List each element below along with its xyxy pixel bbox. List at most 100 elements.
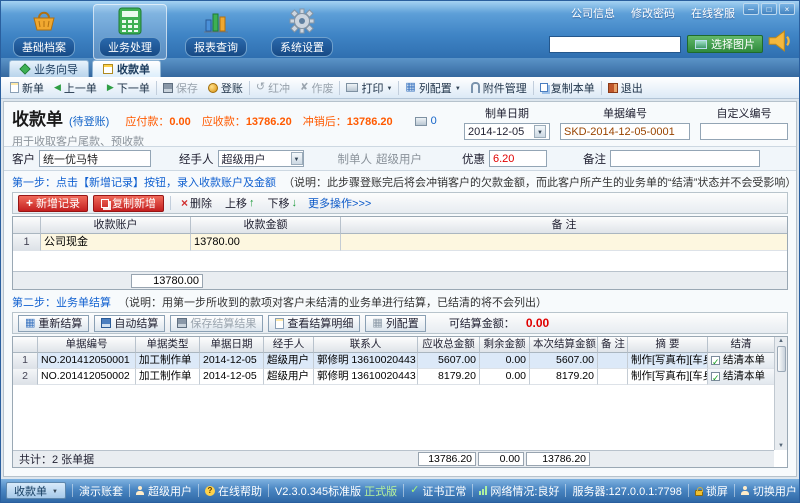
summary-cell[interactable]: 制作[写真布][车身贴] — [628, 369, 708, 385]
ribbon-item-reports[interactable]: 报表查询 — [179, 4, 253, 60]
customno-input[interactable] — [700, 123, 788, 140]
handler-select[interactable]: 超级用户 — [218, 150, 304, 167]
remaining-cell[interactable]: 0.00 — [480, 353, 530, 369]
type-cell[interactable]: 加工制作单 — [136, 369, 200, 385]
vertical-scrollbar[interactable]: ▲ ▼ — [774, 337, 787, 450]
recalculate-button[interactable]: 重新结算 — [18, 315, 89, 332]
scroll-down-icon[interactable]: ▼ — [778, 443, 784, 449]
date-cell[interactable]: 2014-12-05 — [200, 353, 264, 369]
settled-checkbox[interactable] — [711, 356, 720, 365]
docno-cell[interactable]: NO.201412050002 — [38, 369, 136, 385]
online-help-link[interactable]: 在线帮助 — [205, 483, 262, 499]
close-button[interactable]: × — [779, 3, 795, 15]
contact-cell[interactable]: 郭修明 13610020443 — [314, 369, 418, 385]
column-header[interactable]: 应收总金额 — [418, 337, 480, 353]
date-picker[interactable]: 2014-12-05 — [464, 123, 550, 140]
column-header[interactable]: 备 注 — [341, 217, 787, 234]
tab-receipt[interactable]: 收款单 — [92, 60, 161, 77]
certificate-status[interactable]: 证书正常 — [410, 483, 466, 499]
docno-field[interactable]: SKD-2014-12-05-0001 — [560, 123, 690, 140]
online-service-link[interactable]: 在线客服 — [691, 5, 735, 21]
red-flush-button[interactable]: 红冲 — [251, 79, 295, 97]
note-cell[interactable] — [598, 353, 628, 369]
next-doc-button[interactable]: 下一单 — [102, 79, 155, 97]
ribbon-item-settings[interactable]: 系统设置 — [265, 4, 339, 60]
settle-amount-cell[interactable]: 5607.00 — [530, 353, 598, 369]
tab-business-wizard[interactable]: 业务向导 — [9, 60, 89, 77]
column-header[interactable]: 结清 — [708, 337, 774, 353]
settle-amount-cell[interactable]: 8179.20 — [530, 369, 598, 385]
date-cell[interactable]: 2014-12-05 — [200, 369, 264, 385]
more-actions-link[interactable]: 更多操作>>> — [308, 195, 371, 211]
total-cell[interactable]: 5607.00 — [418, 353, 480, 369]
remark-input[interactable] — [610, 150, 760, 167]
settled-checkbox[interactable] — [711, 372, 720, 381]
column-header[interactable]: 摘 要 — [628, 337, 708, 353]
table-row[interactable]: 2 NO.201412050002 加工制作单 2014-12-05 超级用户 … — [13, 369, 774, 385]
auto-settle-button[interactable]: 自动结算 — [94, 315, 165, 332]
table-row[interactable]: 1 NO.201412050001 加工制作单 2014-12-05 超级用户 … — [13, 353, 774, 369]
search-input[interactable] — [549, 36, 681, 53]
column-header[interactable]: 经手人 — [264, 337, 314, 353]
print-count[interactable]: 0 — [415, 115, 437, 127]
column-header[interactable]: 备 注 — [598, 337, 628, 353]
remaining-cell[interactable]: 0.00 — [480, 369, 530, 385]
add-record-button[interactable]: 新增记录 — [18, 195, 88, 212]
move-down-button[interactable]: 下移 — [264, 195, 302, 211]
handler-cell[interactable]: 超级用户 — [264, 353, 314, 369]
print-button[interactable]: 打印 — [341, 79, 397, 97]
post-button[interactable]: 登账 — [203, 79, 248, 97]
lock-screen-button[interactable]: 锁屏 — [695, 483, 728, 499]
attachments-button[interactable]: 附件管理 — [466, 79, 532, 97]
switch-user-button[interactable]: 切换用户 — [741, 483, 797, 499]
ribbon-item-business[interactable]: 业务处理 — [93, 4, 167, 60]
company-info-link[interactable]: 公司信息 — [571, 5, 615, 21]
doc-type-dropdown[interactable]: 收款单 — [6, 482, 66, 499]
column-header[interactable]: 收款金额 — [191, 217, 341, 234]
handler-cell[interactable]: 超级用户 — [264, 369, 314, 385]
delete-row-button[interactable]: 删除 — [177, 195, 216, 211]
maximize-button[interactable]: □ — [761, 3, 777, 15]
void-button[interactable]: 作废 — [295, 79, 338, 97]
column-header[interactable]: 本次结算金额 — [530, 337, 598, 353]
note-cell[interactable] — [598, 369, 628, 385]
view-settlement-detail-button[interactable]: 查看结算明细 — [268, 315, 360, 332]
scrollbar-thumb[interactable] — [777, 346, 786, 372]
save-button[interactable]: 保存 — [158, 79, 203, 97]
copy-add-button[interactable]: 复制新增 — [93, 195, 164, 212]
column-header[interactable]: 剩余金额 — [480, 337, 530, 353]
minimize-button[interactable]: ─ — [743, 3, 759, 15]
settle-toggle[interactable]: 结清本单 — [708, 353, 774, 369]
prev-doc-button[interactable]: 上一单 — [49, 79, 102, 97]
amount-cell[interactable]: 13780.00 — [191, 234, 341, 251]
table-row[interactable]: 1 公司现金 13780.00 — [13, 234, 787, 251]
account-cell[interactable]: 公司现金 — [41, 234, 191, 251]
column-header[interactable]: 单据日期 — [200, 337, 264, 353]
customer-input[interactable] — [39, 150, 151, 167]
summary-cell[interactable]: 制作[写真布][车身贴] — [628, 353, 708, 369]
settle-toggle[interactable]: 结清本单 — [708, 369, 774, 385]
move-up-button[interactable]: 上移 — [221, 195, 259, 211]
new-doc-button[interactable]: 新单 — [5, 79, 49, 97]
horn-icon[interactable] — [767, 28, 793, 54]
chevron-down-icon[interactable] — [534, 125, 546, 138]
save-settlement-button[interactable]: 保存结算结果 — [170, 315, 263, 332]
column-header[interactable]: 单据类型 — [136, 337, 200, 353]
note-cell[interactable] — [341, 234, 787, 251]
contact-cell[interactable]: 郭修明 13610020443 — [314, 353, 418, 369]
network-status[interactable]: 网络情况:良好 — [479, 483, 559, 499]
docno-cell[interactable]: NO.201412050001 — [38, 353, 136, 369]
chevron-down-icon[interactable] — [291, 152, 303, 165]
column-config-button[interactable]: 列配置 — [400, 79, 465, 97]
column-header[interactable]: 联系人 — [314, 337, 418, 353]
discount-input[interactable] — [489, 150, 547, 167]
total-cell[interactable]: 8179.20 — [418, 369, 480, 385]
column-header[interactable]: 收款账户 — [41, 217, 191, 234]
copy-doc-button[interactable]: 复制本单 — [535, 79, 600, 97]
change-password-link[interactable]: 修改密码 — [631, 5, 675, 21]
ribbon-item-basic-files[interactable]: 基础档案 — [7, 4, 81, 60]
scroll-up-icon[interactable]: ▲ — [778, 338, 784, 344]
select-image-button[interactable]: 选择图片 — [687, 35, 763, 53]
exit-button[interactable]: 退出 — [603, 79, 648, 97]
type-cell[interactable]: 加工制作单 — [136, 353, 200, 369]
